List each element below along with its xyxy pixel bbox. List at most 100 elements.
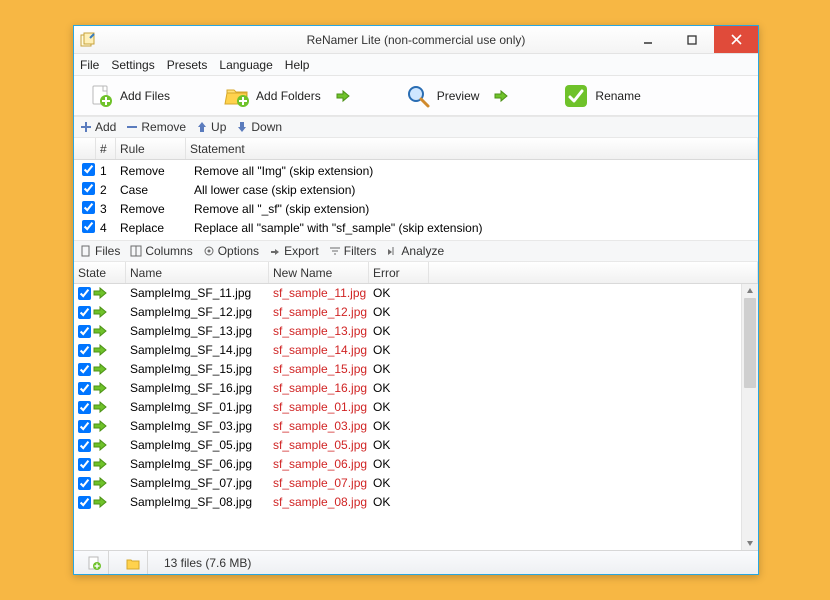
rule-row[interactable]: 2CaseAll lower case (skip extension) (74, 180, 758, 199)
rule-checkbox[interactable] (82, 220, 95, 233)
file-row[interactable]: SampleImg_SF_11.jpgsf_sample_11.jpgOK (74, 284, 741, 303)
file-checkbox[interactable] (78, 439, 91, 452)
minimize-button[interactable] (626, 26, 670, 53)
file-newname: sf_sample_01.jpg (273, 400, 373, 414)
file-newname: sf_sample_08.jpg (273, 495, 373, 509)
file-row[interactable]: SampleImg_SF_14.jpgsf_sample_14.jpgOK (74, 341, 741, 360)
file-checkbox[interactable] (78, 325, 91, 338)
file-name: SampleImg_SF_06.jpg (130, 457, 273, 471)
rule-number: 1 (100, 164, 120, 178)
file-row[interactable]: SampleImg_SF_06.jpgsf_sample_06.jpgOK (74, 455, 741, 474)
status-addfile-button[interactable] (80, 551, 109, 574)
maximize-button[interactable] (670, 26, 714, 53)
files-header-state[interactable]: State (74, 262, 126, 283)
analyze-icon (386, 245, 398, 257)
state-arrow-icon (93, 496, 107, 508)
file-row[interactable]: SampleImg_SF_01.jpgsf_sample_01.jpgOK (74, 398, 741, 417)
files-toolbar: Files Columns Options Export Filters Ana… (74, 240, 758, 262)
files-tool-files[interactable]: Files (80, 244, 120, 258)
file-newname: sf_sample_06.jpg (273, 457, 373, 471)
close-button[interactable] (714, 26, 758, 53)
files-tool-export[interactable]: Export (269, 244, 319, 258)
files-header-newname[interactable]: New Name (269, 262, 369, 283)
file-checkbox[interactable] (78, 401, 91, 414)
file-name: SampleImg_SF_11.jpg (130, 286, 273, 300)
file-checkbox[interactable] (78, 344, 91, 357)
menu-help[interactable]: Help (285, 58, 310, 72)
rule-down-button[interactable]: Down (236, 120, 282, 134)
files-tool-options[interactable]: Options (203, 244, 259, 258)
rule-checkbox[interactable] (82, 201, 95, 214)
menu-file[interactable]: File (80, 58, 99, 72)
file-checkbox[interactable] (78, 458, 91, 471)
file-row[interactable]: SampleImg_SF_12.jpgsf_sample_12.jpgOK (74, 303, 741, 322)
rules-header-num[interactable]: # (96, 138, 116, 159)
state-arrow-icon (93, 287, 107, 299)
add-folders-button[interactable]: Add Folders (224, 83, 321, 109)
status-filecount: 13 files (7.6 MB) (158, 551, 298, 574)
add-folders-icon (224, 83, 250, 109)
file-row[interactable]: SampleImg_SF_13.jpgsf_sample_13.jpgOK (74, 322, 741, 341)
rule-type: Remove (120, 164, 190, 178)
vertical-scrollbar[interactable] (741, 284, 758, 550)
rule-checkbox[interactable] (82, 163, 95, 176)
rule-statement: Remove all "_sf" (skip extension) (190, 202, 754, 216)
file-checkbox[interactable] (78, 496, 91, 509)
state-arrow-icon (93, 439, 107, 451)
rules-header-rule[interactable]: Rule (116, 138, 186, 159)
add-files-button[interactable]: Add Files (88, 83, 170, 109)
file-row[interactable]: SampleImg_SF_08.jpgsf_sample_08.jpgOK (74, 493, 741, 512)
file-name: SampleImg_SF_03.jpg (130, 419, 273, 433)
rule-up-button[interactable]: Up (196, 120, 226, 134)
file-checkbox[interactable] (78, 306, 91, 319)
rule-row[interactable]: 4ReplaceReplace all "sample" with "sf_sa… (74, 218, 758, 237)
file-row[interactable]: SampleImg_SF_05.jpgsf_sample_05.jpgOK (74, 436, 741, 455)
scroll-down-icon[interactable] (742, 536, 758, 550)
preview-button[interactable]: Preview (405, 83, 480, 109)
export-icon (269, 245, 281, 257)
file-name: SampleImg_SF_12.jpg (130, 305, 273, 319)
file-name: SampleImg_SF_14.jpg (130, 343, 273, 357)
files-header-error[interactable]: Error (369, 262, 429, 283)
file-checkbox[interactable] (78, 363, 91, 376)
file-checkbox[interactable] (78, 477, 91, 490)
rule-row[interactable]: 1RemoveRemove all "Img" (skip extension) (74, 161, 758, 180)
files-header-name[interactable]: Name (126, 262, 269, 283)
rule-add-button[interactable]: Add (80, 120, 116, 134)
files-tool-columns[interactable]: Columns (130, 244, 192, 258)
file-row[interactable]: SampleImg_SF_16.jpgsf_sample_16.jpgOK (74, 379, 741, 398)
file-row[interactable]: SampleImg_SF_15.jpgsf_sample_15.jpgOK (74, 360, 741, 379)
menu-presets[interactable]: Presets (167, 58, 208, 72)
rules-header: # Rule Statement (74, 138, 758, 160)
add-folders-label: Add Folders (256, 89, 321, 103)
file-row[interactable]: SampleImg_SF_07.jpgsf_sample_07.jpgOK (74, 474, 741, 493)
rule-row[interactable]: 3RemoveRemove all "_sf" (skip extension) (74, 199, 758, 218)
state-arrow-icon (93, 325, 107, 337)
file-checkbox[interactable] (78, 420, 91, 433)
status-addfolder-button[interactable] (119, 551, 148, 574)
scroll-up-icon[interactable] (742, 284, 758, 298)
file-error: OK (373, 476, 433, 490)
files-list: SampleImg_SF_11.jpgsf_sample_11.jpgOKSam… (74, 284, 741, 550)
file-row[interactable]: SampleImg_SF_03.jpgsf_sample_03.jpgOK (74, 417, 741, 436)
file-checkbox[interactable] (78, 382, 91, 395)
files-tool-filters[interactable]: Filters (329, 244, 377, 258)
rules-header-stmt[interactable]: Statement (186, 138, 758, 159)
menu-language[interactable]: Language (219, 58, 272, 72)
rename-button[interactable]: Rename (563, 83, 640, 109)
files-tool-analyze[interactable]: Analyze (386, 244, 444, 258)
file-error: OK (373, 381, 433, 395)
file-name: SampleImg_SF_15.jpg (130, 362, 273, 376)
file-checkbox[interactable] (78, 287, 91, 300)
rule-checkbox[interactable] (82, 182, 95, 195)
file-newname: sf_sample_13.jpg (273, 324, 373, 338)
rule-number: 4 (100, 221, 120, 235)
menu-settings[interactable]: Settings (111, 58, 154, 72)
state-arrow-icon (93, 306, 107, 318)
rule-remove-button[interactable]: Remove (126, 120, 186, 134)
add-files-icon (88, 83, 114, 109)
add-file-icon (86, 555, 102, 571)
file-newname: sf_sample_05.jpg (273, 438, 373, 452)
scroll-thumb[interactable] (744, 298, 756, 388)
files-header: State Name New Name Error (74, 262, 758, 284)
